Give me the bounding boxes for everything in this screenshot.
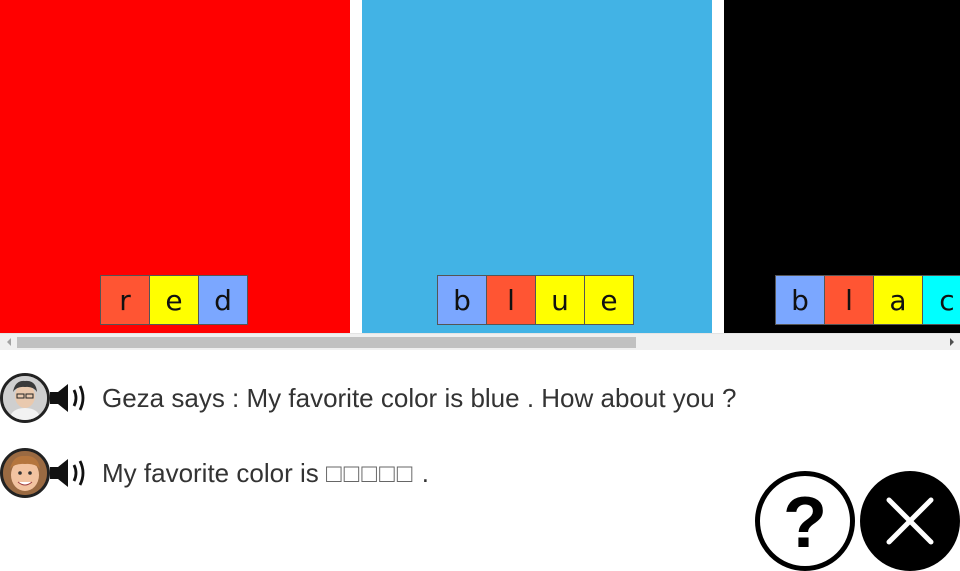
- geza-speech-text: Geza says : My favorite color is blue . …: [102, 382, 737, 413]
- letter-tile[interactable]: a: [873, 275, 923, 325]
- letter-tiles-black: blac: [775, 275, 960, 325]
- speaker-icon[interactable]: [48, 381, 92, 415]
- help-button[interactable]: ?: [755, 471, 855, 571]
- letter-tile[interactable]: d: [198, 275, 248, 325]
- letter-tiles-blue: blue: [437, 275, 634, 325]
- answer-suffix: .: [421, 457, 429, 488]
- letter-tile[interactable]: r: [100, 275, 150, 325]
- close-button[interactable]: [860, 471, 960, 571]
- letter-tile[interactable]: l: [486, 275, 536, 325]
- color-card-carousel[interactable]: red blue blac: [0, 0, 960, 334]
- scrollbar-thumb[interactable]: [17, 337, 636, 348]
- man-avatar-icon: [0, 373, 50, 423]
- color-card-blue[interactable]: blue: [362, 0, 712, 333]
- close-x-icon: [886, 497, 934, 545]
- app-stage: red blue blac Geza says: My favorite co…: [0, 0, 960, 571]
- color-card-red[interactable]: red: [0, 0, 350, 333]
- letter-tile[interactable]: e: [584, 275, 634, 325]
- letter-tile[interactable]: l: [824, 275, 874, 325]
- boy-avatar-icon: [0, 448, 50, 498]
- answer-blanks[interactable]: □□□□□: [326, 458, 415, 488]
- letter-tile[interactable]: c: [922, 275, 960, 325]
- letter-tile[interactable]: u: [535, 275, 585, 325]
- answer-sentence: My favorite color is □□□□□ .: [102, 458, 429, 489]
- horizontal-scrollbar[interactable]: [0, 333, 960, 350]
- color-card-black[interactable]: blac: [724, 0, 960, 333]
- letter-tiles-red: red: [100, 275, 248, 325]
- letter-tile[interactable]: e: [149, 275, 199, 325]
- scroll-right-arrow-icon[interactable]: [943, 334, 960, 350]
- speaker-icon[interactable]: [48, 456, 92, 490]
- dialogue-line-user: My favorite color is □□□□□ .: [0, 448, 429, 498]
- question-mark-icon: ?: [783, 483, 827, 563]
- letter-tile[interactable]: b: [437, 275, 487, 325]
- answer-prefix: My favorite color is: [102, 457, 319, 488]
- letter-tile[interactable]: b: [775, 275, 825, 325]
- dialogue-line-geza: Geza says : My favorite color is blue . …: [0, 373, 736, 423]
- scroll-left-arrow-icon[interactable]: [0, 334, 17, 350]
